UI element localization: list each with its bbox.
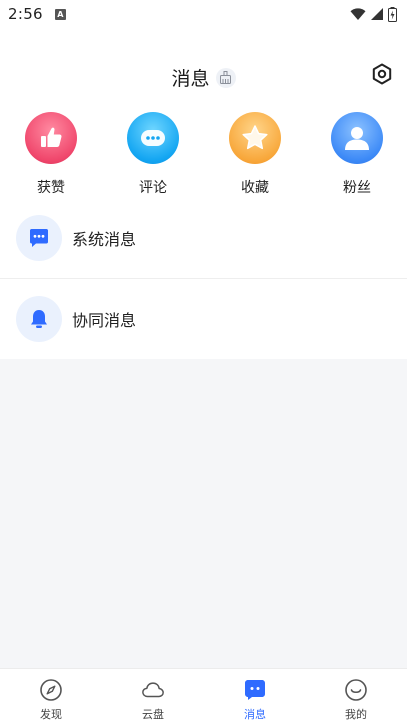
- tab-label: 云盘: [142, 708, 164, 721]
- thumbs-up-icon: [25, 112, 77, 164]
- bell-icon: [16, 296, 62, 342]
- message-icon: [243, 678, 267, 702]
- title-wrap: 消息: [0, 64, 407, 91]
- wifi-icon: [350, 8, 366, 20]
- signal-icon: [371, 8, 383, 20]
- quick-action-label: 粉丝: [343, 180, 371, 196]
- user-icon: [331, 112, 383, 164]
- quick-action-fans[interactable]: 粉丝: [322, 112, 392, 198]
- header: 消息: [0, 56, 407, 100]
- quick-action-label: 收藏: [241, 180, 269, 196]
- quick-action-comments[interactable]: 评论: [118, 112, 188, 198]
- tab-label: 我的: [345, 708, 367, 721]
- tab-label: 发现: [40, 708, 62, 721]
- message-item-label: 系统消息: [72, 230, 137, 249]
- quick-action-label: 评论: [139, 180, 167, 196]
- tab-cloud[interactable]: 云盘: [102, 669, 204, 725]
- settings-button[interactable]: [371, 63, 393, 85]
- message-item-system[interactable]: 系统消息: [0, 198, 407, 278]
- compass-icon: [39, 678, 63, 702]
- page-title: 消息: [171, 68, 210, 90]
- tab-messages[interactable]: 消息: [204, 669, 306, 725]
- quick-action-likes[interactable]: 获赞: [16, 112, 86, 198]
- bottom-tabbar: 发现 云盘 消息 我的: [0, 668, 407, 725]
- cloud-icon: [141, 678, 165, 702]
- tab-discover[interactable]: 发现: [0, 669, 102, 725]
- star-icon: [229, 112, 281, 164]
- notification-a-icon: A: [54, 8, 66, 20]
- status-bar: 2:56 A: [0, 0, 407, 28]
- comment-icon: [127, 112, 179, 164]
- quick-action-favorites[interactable]: 收藏: [220, 112, 290, 198]
- battery-icon: [388, 6, 397, 22]
- message-item-collaboration[interactable]: 协同消息: [0, 279, 407, 359]
- status-time: 2:56: [8, 5, 43, 23]
- status-indicators: [350, 6, 397, 22]
- tab-label: 消息: [244, 708, 266, 721]
- smile-icon: [344, 678, 368, 702]
- quick-actions: 获赞 评论 收藏 粉丝: [0, 112, 407, 198]
- clear-unread-button[interactable]: [215, 67, 236, 88]
- message-item-label: 协同消息: [72, 311, 137, 330]
- chat-bubble-icon: [16, 215, 62, 261]
- quick-action-label: 获赞: [37, 180, 65, 196]
- gear-icon: [372, 63, 392, 85]
- tab-me[interactable]: 我的: [305, 669, 407, 725]
- broom-icon: [220, 71, 231, 84]
